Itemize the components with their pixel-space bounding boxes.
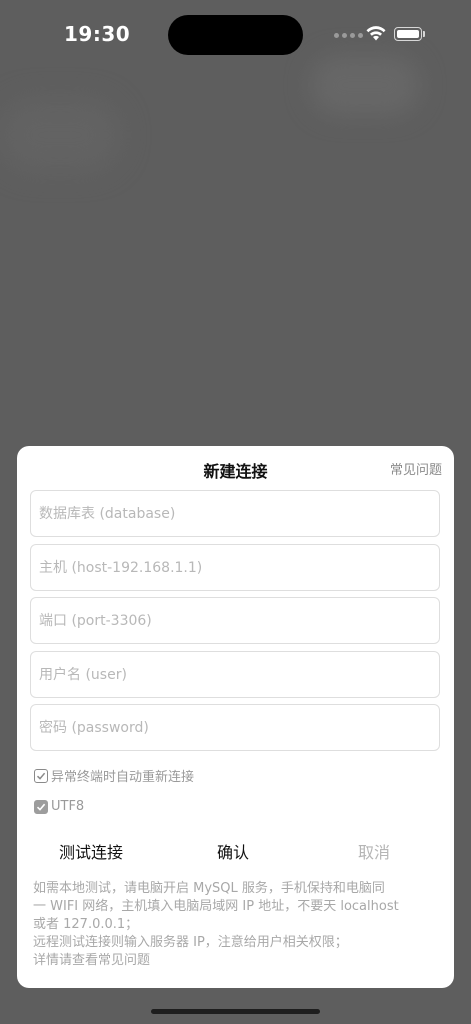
wifi-icon <box>366 26 386 41</box>
auto-reconnect-checkbox[interactable] <box>34 768 48 783</box>
battery-icon <box>394 27 422 41</box>
checkmark-icon <box>36 772 46 780</box>
dialog-title: 新建连接 <box>203 462 268 481</box>
utf8-checkbox[interactable] <box>34 799 48 814</box>
username-input[interactable] <box>30 651 440 698</box>
port-input[interactable] <box>30 597 440 644</box>
status-bar: 19:30 <box>0 0 471 70</box>
auto-reconnect-label: 异常终端时自动重新连接 <box>51 770 195 785</box>
password-input[interactable] <box>30 704 440 751</box>
background-blur <box>0 100 120 170</box>
help-line: 详情请查看常见问题 <box>33 953 151 968</box>
battery-cap <box>423 31 425 37</box>
utf8-label: UTF8 <box>51 799 85 814</box>
confirm-button[interactable]: 确认 <box>217 839 249 863</box>
help-line: 远程测试连接则输入服务器 IP，注意给用户相关权限； <box>33 935 348 950</box>
cancel-button[interactable]: 取消 <box>358 839 390 863</box>
cellular-signal-icon <box>334 33 363 38</box>
home-indicator[interactable] <box>151 1009 320 1014</box>
faq-link[interactable]: 常见问题 <box>390 459 442 478</box>
utf8-option[interactable]: UTF8 <box>34 799 84 814</box>
checkmark-icon <box>36 803 46 811</box>
database-input[interactable] <box>30 490 440 537</box>
host-input[interactable] <box>30 544 440 591</box>
help-line: 或者 127.0.0.1； <box>33 917 139 932</box>
new-connection-dialog: 新建连接 常见问题 异常终端时自动重新连接 UTF8 测试连接 确认 取消 如需… <box>17 446 454 988</box>
status-time: 19:30 <box>64 22 131 46</box>
auto-reconnect-option[interactable]: 异常终端时自动重新连接 <box>34 766 194 785</box>
help-text: 如需本地测试，请电脑开启 MySQL 服务，手机保持和电脑同 一 WIFI 网络… <box>33 880 443 970</box>
help-line: 一 WIFI 网络，主机填入电脑局域网 IP 地址，不要天 localhost <box>33 899 399 914</box>
test-connection-button[interactable]: 测试连接 <box>59 839 123 863</box>
dynamic-island <box>168 15 303 55</box>
help-line: 如需本地测试，请电脑开启 MySQL 服务，手机保持和电脑同 <box>33 881 385 896</box>
